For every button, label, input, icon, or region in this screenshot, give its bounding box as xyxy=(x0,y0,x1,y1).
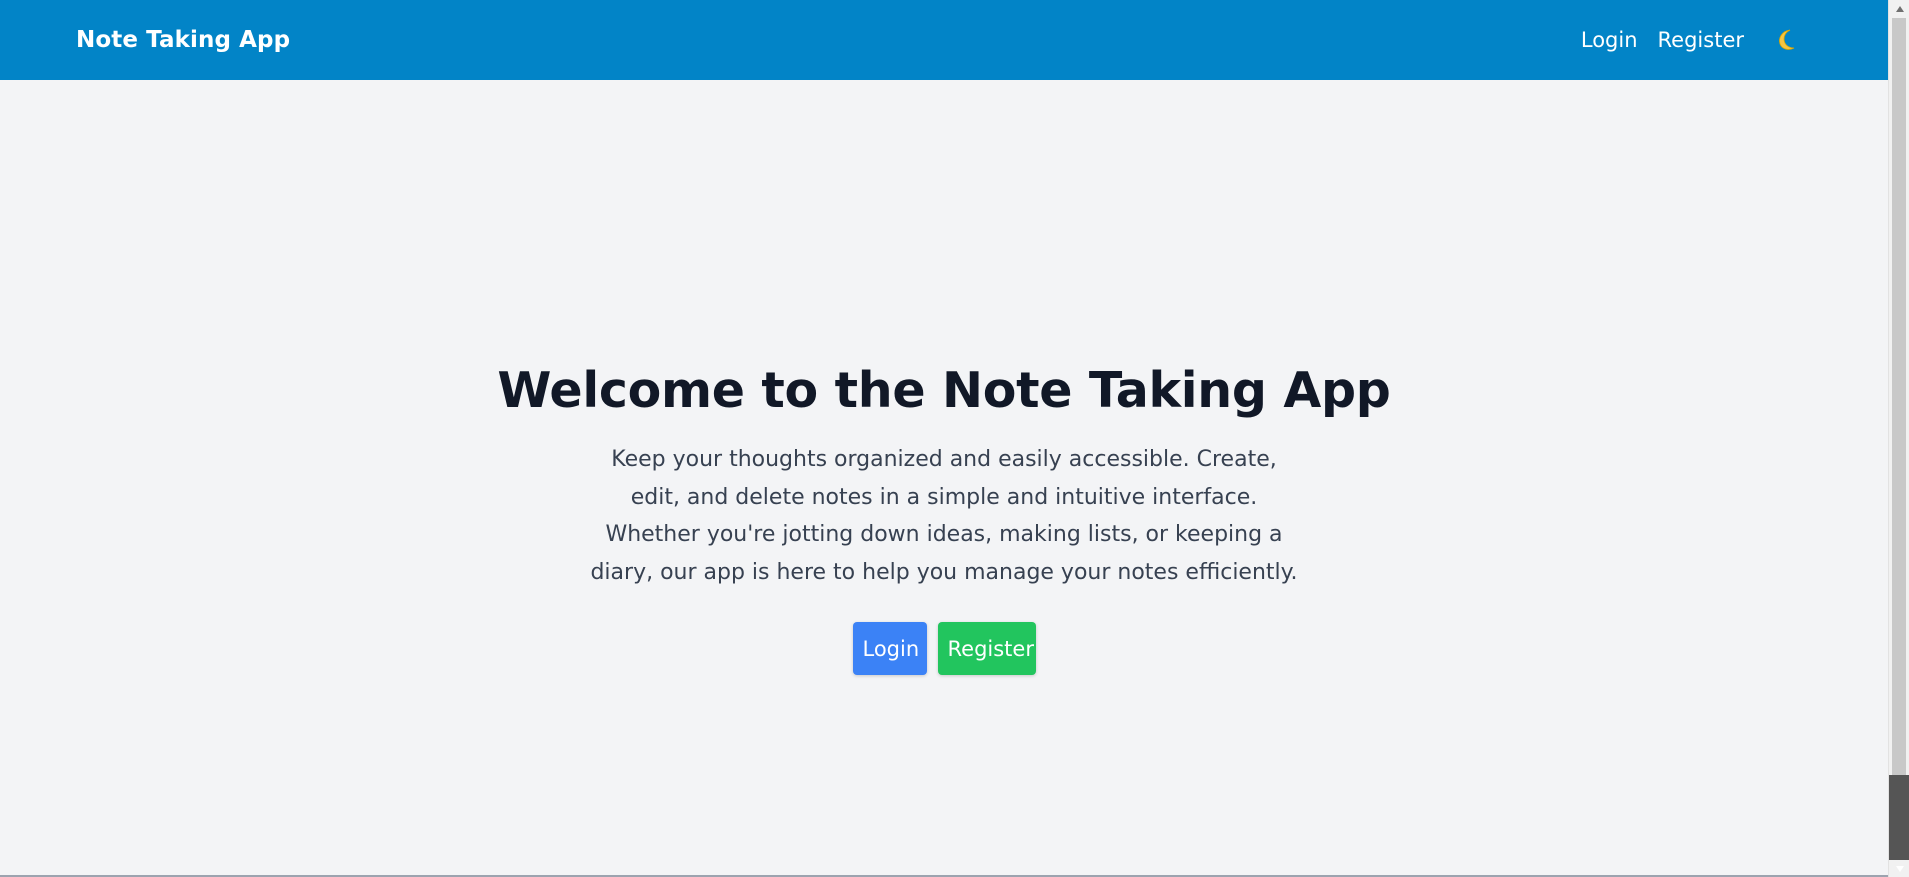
hero-buttons: Login Register xyxy=(852,622,1036,675)
page-viewport: Note Taking App Login Register Welcome t… xyxy=(0,0,1888,877)
vertical-scrollbar[interactable] xyxy=(1888,0,1909,877)
scrollbar-thumb[interactable] xyxy=(1892,18,1906,840)
brand-title[interactable]: Note Taking App xyxy=(76,27,290,53)
nav-register-link[interactable]: Register xyxy=(1658,28,1744,52)
nav-login-link[interactable]: Login xyxy=(1581,28,1638,52)
scrollbar-track-lower[interactable] xyxy=(1889,775,1909,860)
nav-links: Login Register xyxy=(1581,26,1800,54)
register-button[interactable]: Register xyxy=(937,622,1036,675)
moon-icon-svg xyxy=(1779,29,1795,50)
scroll-down-arrow-icon[interactable] xyxy=(1889,860,1909,877)
hero-description: Keep your thoughts organized and easily … xyxy=(590,447,1298,585)
moon-icon-shape xyxy=(1779,29,1795,50)
hero-title: Welcome to the Note Taking App xyxy=(497,362,1391,419)
scroll-up-arrow-icon[interactable] xyxy=(1889,0,1909,17)
top-navbar: Note Taking App Login Register xyxy=(0,0,1888,80)
moon-icon[interactable] xyxy=(1772,26,1800,54)
login-button[interactable]: Login xyxy=(852,622,927,675)
hero-section: Welcome to the Note Taking App Keep your… xyxy=(0,80,1888,877)
